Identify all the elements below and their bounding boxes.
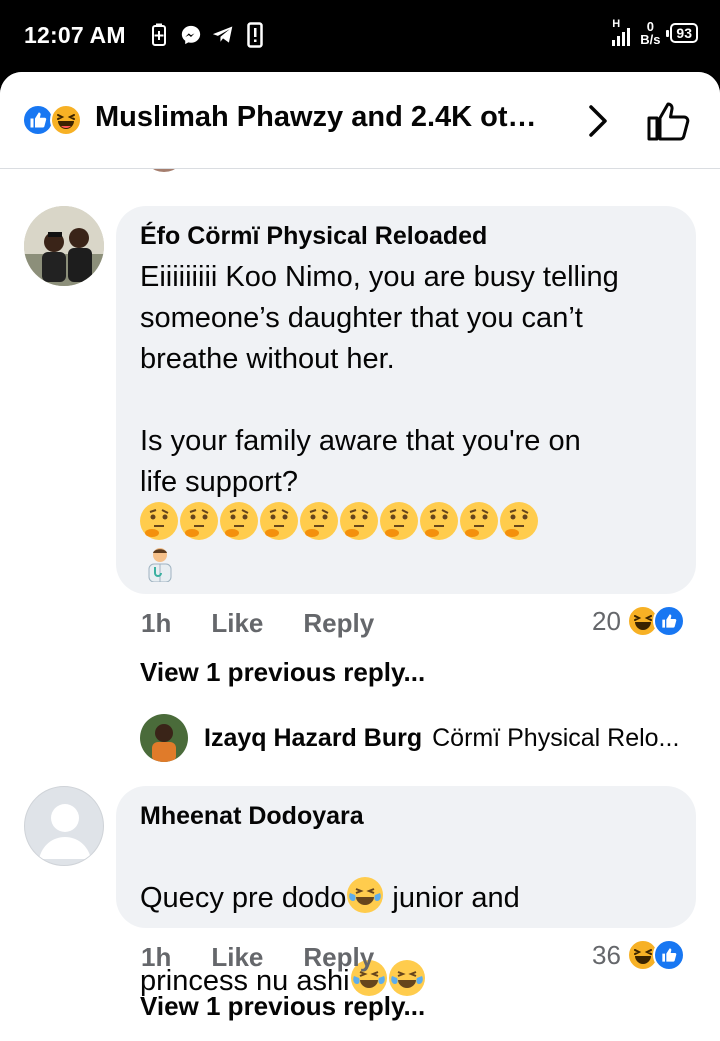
comment-time: 1h bbox=[141, 942, 172, 972]
comment-actions: 1h Like Reply bbox=[141, 942, 374, 973]
thinking-face-emoji bbox=[220, 502, 258, 540]
messenger-icon bbox=[180, 22, 202, 48]
thinking-face-emoji bbox=[180, 502, 218, 540]
alert-phone-icon bbox=[244, 22, 266, 48]
reaction-summary-icons bbox=[22, 104, 82, 136]
haha-reaction-icon bbox=[50, 104, 82, 136]
like-reaction-icon bbox=[652, 939, 685, 971]
status-bar: 12:07 AM H 0 B/s 93 bbox=[0, 0, 720, 72]
reaction-count: 20 bbox=[592, 605, 621, 636]
thinking-face-emoji bbox=[420, 502, 458, 540]
comment-reactions[interactable]: 36 bbox=[592, 939, 685, 971]
thinking-face-emoji bbox=[500, 502, 538, 540]
comment-actions: 1h Like Reply bbox=[141, 608, 374, 639]
reply-button[interactable]: Reply bbox=[303, 942, 374, 973]
notification-icons bbox=[148, 22, 266, 48]
system-status: H 0 B/s 93 bbox=[612, 18, 698, 46]
reply-button[interactable]: Reply bbox=[303, 608, 374, 639]
comment-author[interactable]: Mheenat Dodoyara bbox=[140, 802, 364, 831]
network-speed: 0 B/s bbox=[640, 20, 660, 46]
avatar[interactable] bbox=[24, 206, 104, 286]
reactions-header-title[interactable]: Muslimah Phawzy and 2.4K ot… bbox=[95, 101, 537, 134]
battery-indicator: 93 bbox=[666, 23, 698, 43]
like-button[interactable]: Like bbox=[211, 942, 263, 973]
view-previous-replies-link[interactable]: View 1 previous reply... bbox=[140, 991, 425, 1022]
reply-author: Izayq Hazard Burg bbox=[204, 723, 423, 752]
telegram-icon bbox=[212, 22, 234, 48]
battery-saver-icon bbox=[148, 22, 170, 48]
thinking-face-emoji bbox=[140, 502, 178, 540]
thinking-face-emoji bbox=[300, 502, 338, 540]
doctor-emoji bbox=[146, 546, 174, 583]
reactions-header[interactable]: Muslimah Phawzy and 2.4K ot… bbox=[0, 72, 720, 169]
thinking-face-emoji bbox=[460, 502, 498, 540]
thinking-emoji-row bbox=[140, 502, 538, 540]
comments-sheet: Muslimah Phawzy and 2.4K ot… Éfo Cörmï P… bbox=[0, 72, 720, 1041]
like-outline-icon[interactable] bbox=[644, 98, 692, 144]
comment-text-part: junior and bbox=[384, 882, 520, 914]
crying-laughing-emoji bbox=[347, 877, 384, 913]
comment-text: Eiiiiiiiii Koo Nimo, you are busy tellin… bbox=[140, 261, 619, 498]
like-reaction-icon bbox=[652, 605, 685, 637]
view-previous-replies-link[interactable]: View 1 previous reply... bbox=[140, 657, 425, 688]
thinking-face-emoji bbox=[260, 502, 298, 540]
reply-text: Cörmï Physical Relo... bbox=[432, 723, 680, 752]
comment-time: 1h bbox=[141, 608, 172, 638]
signal-icon: H bbox=[612, 18, 631, 46]
comment-text-part: Quecy pre dodo bbox=[140, 882, 347, 914]
avatar[interactable] bbox=[140, 714, 188, 762]
comment-reactions[interactable]: 20 bbox=[592, 605, 685, 637]
comment-text: Quecy pre dodo junior and princess nu as… bbox=[140, 836, 680, 1002]
chevron-right-icon[interactable] bbox=[582, 102, 614, 140]
like-button[interactable]: Like bbox=[211, 608, 263, 639]
avatar[interactable] bbox=[24, 786, 104, 866]
comment-author[interactable]: Éfo Cörmï Physical Reloaded bbox=[140, 222, 487, 251]
reaction-count: 36 bbox=[592, 939, 621, 970]
signal-type-label: H bbox=[612, 18, 621, 30]
status-time: 12:07 AM bbox=[24, 22, 126, 48]
network-speed-unit: B/s bbox=[640, 32, 661, 47]
thinking-face-emoji bbox=[340, 502, 378, 540]
reply-preview[interactable]: Izayq Hazard Burg Cörmï Physical Relo... bbox=[140, 714, 679, 762]
thinking-face-emoji bbox=[380, 502, 418, 540]
